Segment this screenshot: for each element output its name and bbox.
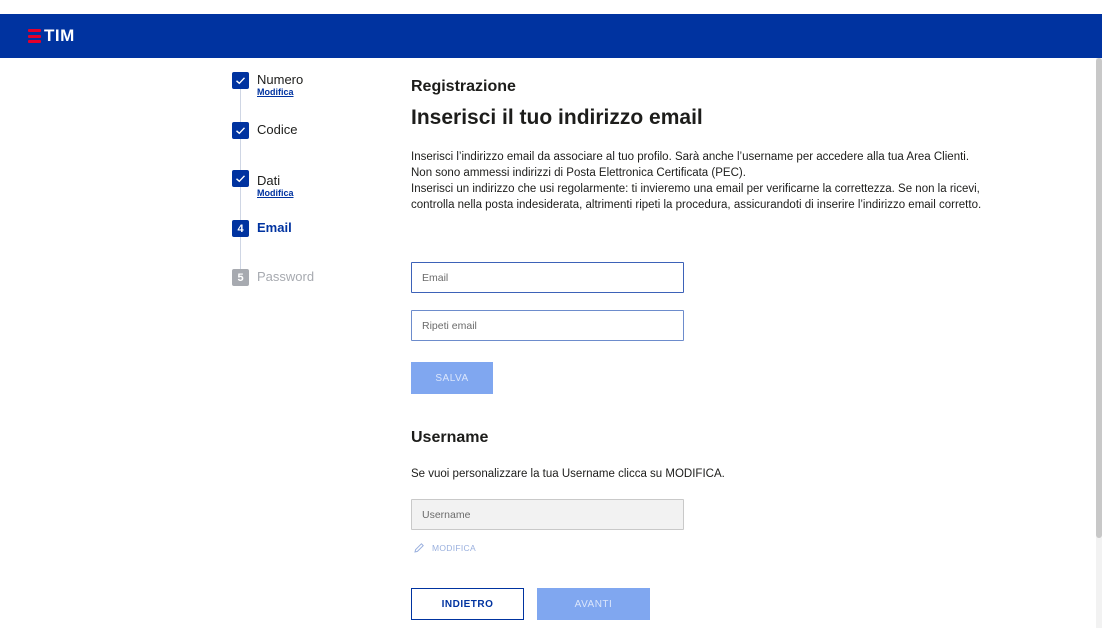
edit-username-link[interactable]: MODIFICA <box>413 542 476 554</box>
top-gap <box>0 0 1102 14</box>
next-button[interactable]: AVANTI <box>537 588 650 620</box>
step-email: 4 Email <box>232 220 292 237</box>
step-label: Password <box>257 269 315 284</box>
page-title: Inserisci il tuo indirizzo email <box>411 106 703 129</box>
scrollbar-thumb[interactable] <box>1096 58 1102 538</box>
section-label: Registrazione <box>411 78 516 95</box>
pencil-icon <box>414 543 424 553</box>
step-password: 5 Password <box>232 269 314 286</box>
edit-username-label: MODIFICA <box>432 543 476 553</box>
step-codice: Codice <box>232 122 297 139</box>
username-input[interactable] <box>411 499 684 530</box>
step-label: Numero <box>257 72 304 87</box>
step-number-badge: 4 <box>232 220 249 237</box>
tim-logo-icon <box>28 29 41 43</box>
save-button[interactable]: SALVA <box>411 362 493 394</box>
tim-logo[interactable]: TIM <box>28 26 75 46</box>
check-icon <box>232 72 249 89</box>
description-line: Inserisci un indirizzo che usi regolarme… <box>411 183 982 211</box>
step-number-badge: 5 <box>232 269 249 286</box>
description-line: Non sono ammessi indirizzi di Posta Elet… <box>411 167 746 179</box>
description-line: Inserisci l’indirizzo email da associare… <box>411 151 970 163</box>
step-numero: Numero Modifica <box>232 72 303 98</box>
step-label: Email <box>257 220 292 235</box>
check-icon <box>232 170 249 187</box>
header-bar <box>0 14 1102 58</box>
step-label: Codice <box>257 122 298 137</box>
step-label: Dati <box>257 173 281 188</box>
username-title: Username <box>411 429 489 446</box>
scrollbar[interactable] <box>1096 58 1102 628</box>
check-icon <box>232 122 249 139</box>
repeat-email-input[interactable] <box>411 310 684 341</box>
step-dati: Dati Modifica <box>232 170 294 199</box>
description: Inserisci l’indirizzo email da associare… <box>411 149 991 213</box>
email-input[interactable] <box>411 262 684 293</box>
edit-dati-link[interactable]: Modifica <box>257 188 294 199</box>
back-button[interactable]: INDIETRO <box>411 588 524 620</box>
edit-numero-link[interactable]: Modifica <box>257 87 303 98</box>
registration-stepper: Numero Modifica Codice Dati Modifica 4 E… <box>232 72 352 292</box>
username-description: Se vuoi personalizzare la tua Username c… <box>411 468 725 480</box>
brand-name: TIM <box>44 26 75 45</box>
